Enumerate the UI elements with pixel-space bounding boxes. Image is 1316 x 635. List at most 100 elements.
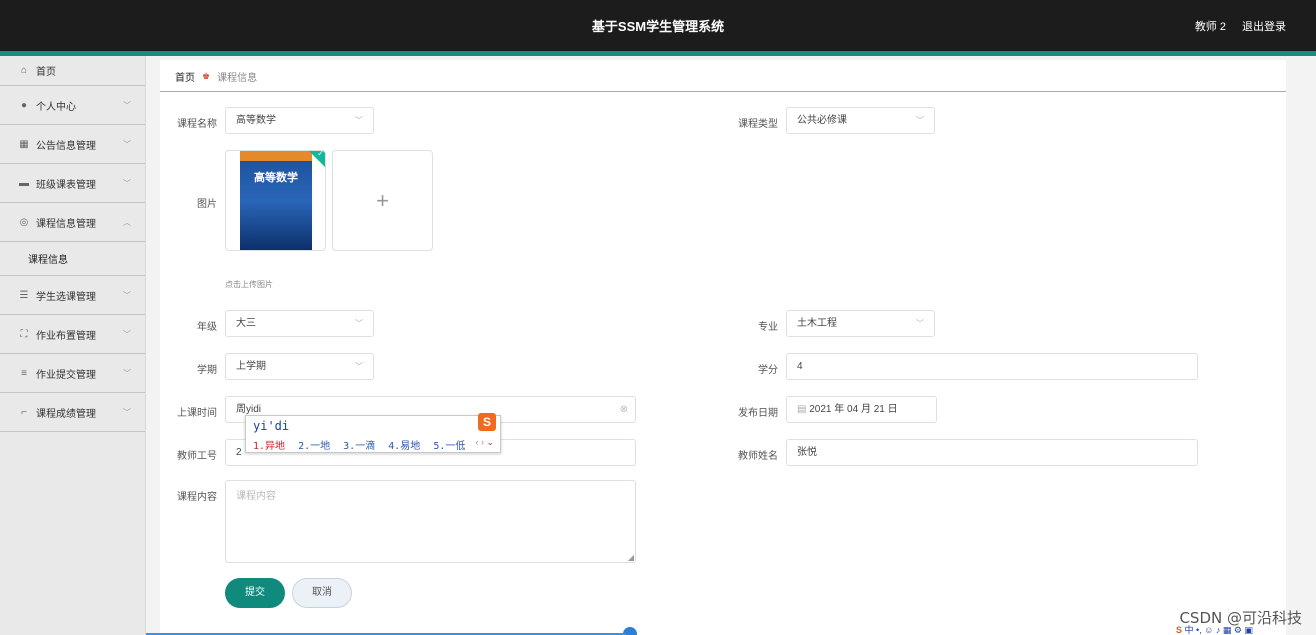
current-user[interactable]: 教师 2 bbox=[1195, 18, 1226, 34]
sliders-icon: ≡ bbox=[21, 367, 27, 379]
course-name-select[interactable]: 高等数学 ﹀ bbox=[225, 107, 374, 134]
sidebar-item-label: 个人中心 bbox=[36, 101, 76, 113]
chevron-down-icon: ﹀ bbox=[123, 291, 131, 300]
sogou-logo-icon: S bbox=[478, 413, 496, 431]
ime-candidate[interactable]: 2.一地 bbox=[298, 441, 330, 452]
fullscreen-icon: ⛶ bbox=[20, 328, 28, 340]
semester-value: 上学期 bbox=[236, 361, 266, 372]
semester-select[interactable]: 上学期 ﹀ bbox=[225, 353, 374, 380]
sidebar-item-grades[interactable]: ⌐ 课程成绩管理 ﹀ bbox=[0, 393, 145, 432]
book-cover-title: 高等数学 bbox=[254, 172, 298, 184]
chevron-down-icon: ﹀ bbox=[916, 319, 924, 328]
major-select[interactable]: 土木工程 ﹀ bbox=[786, 310, 935, 337]
plus-icon: + bbox=[376, 188, 389, 213]
sidebar-item-course-selection[interactable]: ☰ 学生选课管理 ﹀ bbox=[0, 276, 145, 315]
chevron-down-icon: ﹀ bbox=[123, 179, 131, 188]
sidebar-item-course[interactable]: ◎ 课程信息管理 ︿ bbox=[0, 203, 145, 242]
sidebar-item-label: 课程信息管理 bbox=[36, 218, 96, 230]
grade-label: 年级 bbox=[197, 322, 217, 333]
check-icon: ✓ bbox=[317, 150, 324, 158]
publish-date-value: 2021 年 04 月 21 日 bbox=[809, 404, 898, 415]
compass-icon: ◎ bbox=[19, 216, 29, 228]
chevron-down-icon: ﹀ bbox=[123, 408, 131, 417]
major-label: 专业 bbox=[758, 322, 778, 333]
content-label: 课程内容 bbox=[177, 492, 217, 503]
course-name-value: 高等数学 bbox=[236, 115, 276, 126]
image-label: 图片 bbox=[197, 199, 217, 210]
chevron-right-icon[interactable]: › bbox=[481, 437, 484, 447]
ime-candidate[interactable]: 5.一低 bbox=[433, 441, 465, 452]
chevron-down-icon: ﹀ bbox=[123, 369, 131, 378]
app-title: 基于SSM学生管理系统 bbox=[591, 19, 725, 34]
submit-button[interactable]: 提交 bbox=[225, 578, 285, 608]
sidebar-item-timetable[interactable]: ▬ 班级课表管理 ﹀ bbox=[0, 164, 145, 203]
header-accent-bar bbox=[0, 51, 1316, 56]
credit-value: 4 bbox=[797, 361, 803, 372]
grade-select[interactable]: 大三 ﹀ bbox=[225, 310, 374, 337]
chevron-down-icon: ﹀ bbox=[355, 116, 363, 125]
class-time-label: 上课时间 bbox=[177, 408, 217, 419]
teacher-id-value: 2 bbox=[236, 447, 242, 458]
teacher-name-input[interactable]: 张悦 bbox=[786, 439, 1198, 466]
user-icon: ● bbox=[20, 99, 28, 111]
breadcrumb-home[interactable]: 首页 bbox=[175, 69, 195, 84]
book-cover-band bbox=[240, 151, 312, 161]
teacher-name-value: 张悦 bbox=[797, 447, 817, 458]
sidebar-item-home[interactable]: ⌂ 首页 bbox=[0, 56, 145, 86]
chevron-down-icon: ﹀ bbox=[123, 140, 131, 149]
sidebar-item-label: 首页 bbox=[36, 67, 56, 78]
sidebar-item-label: 班级课表管理 bbox=[36, 179, 96, 191]
ime-candidate[interactable]: 3.一滴 bbox=[343, 441, 375, 452]
teacher-name-label: 教师姓名 bbox=[738, 451, 778, 462]
crop-icon: ⌐ bbox=[21, 406, 27, 418]
breadcrumb-divider bbox=[160, 91, 1286, 92]
semester-label: 学期 bbox=[197, 365, 217, 376]
course-content-textarea[interactable]: 课程内容 ◢ bbox=[225, 480, 636, 563]
ime-candidate[interactable]: 1.异地 bbox=[253, 441, 285, 452]
chevron-down-icon: ﹀ bbox=[123, 101, 131, 110]
home-icon: ⌂ bbox=[20, 65, 28, 76]
sidebar-item-label: 学生选课管理 bbox=[36, 291, 96, 303]
credit-label: 学分 bbox=[758, 365, 778, 376]
sidebar-item-label: 作业布置管理 bbox=[36, 330, 96, 342]
sidebar-item-notice[interactable]: ▦ 公告信息管理 ﹀ bbox=[0, 125, 145, 164]
clear-icon[interactable]: ⊗ bbox=[620, 397, 628, 422]
publish-date-picker[interactable]: ▤ 2021 年 04 月 21 日 bbox=[786, 396, 937, 423]
upload-add-button[interactable]: + bbox=[332, 150, 433, 251]
publish-date-label: 发布日期 bbox=[738, 408, 778, 419]
sidebar-item-personal-center[interactable]: ● 个人中心 ﹀ bbox=[0, 86, 145, 125]
breadcrumb-separator-icon: ♚ bbox=[202, 71, 211, 81]
chevron-down-icon: ﹀ bbox=[355, 362, 363, 371]
chevron-down-icon[interactable]: ⌄ bbox=[486, 437, 494, 447]
uploaded-image-thumbnail[interactable]: 高等数学 ✓ bbox=[225, 150, 326, 251]
ime-page-nav[interactable]: ‹ › ⌄ bbox=[475, 437, 494, 448]
ime-candidates: 1.异地 2.一地 3.一滴 4.易地 5.一低 bbox=[253, 437, 472, 452]
ime-status-bar[interactable]: S 中 •, ☺ ♪ ▦ ⚙ ▣ bbox=[1176, 623, 1316, 635]
grid-icon: ▦ bbox=[19, 138, 29, 150]
cancel-button[interactable]: 取消 bbox=[292, 578, 352, 608]
credit-input[interactable]: 4 bbox=[786, 353, 1198, 380]
sogou-logo-icon: S bbox=[1176, 625, 1183, 635]
grade-value: 大三 bbox=[236, 318, 256, 329]
course-type-select[interactable]: 公共必修课 ﹀ bbox=[786, 107, 935, 134]
chevron-up-icon: ︿ bbox=[123, 218, 131, 227]
calendar-icon: ▤ bbox=[797, 404, 810, 415]
chevron-down-icon: ﹀ bbox=[916, 116, 924, 125]
ime-candidate[interactable]: 4.易地 bbox=[388, 441, 420, 452]
course-type-label: 课程类型 bbox=[738, 119, 778, 130]
logout-link[interactable]: 退出登录 bbox=[1242, 18, 1286, 34]
sidebar-item-homework-assign[interactable]: ⛶ 作业布置管理 ﹀ bbox=[0, 315, 145, 354]
resize-handle-icon[interactable]: ◢ bbox=[628, 553, 634, 562]
list-icon: ☰ bbox=[19, 289, 29, 301]
chevron-down-icon: ﹀ bbox=[123, 330, 131, 339]
main-content: 首页 ♚ 课程信息 课程名称 高等数学 ﹀ 课程类型 公共必修课 ﹀ 图片 高等… bbox=[160, 60, 1286, 635]
chevron-down-icon: ﹀ bbox=[355, 319, 363, 328]
sidebar: ⌂ 首页 ● 个人中心 ﹀ ▦ 公告信息管理 ﹀ ▬ 班级课表管理 ﹀ ◎ 课程… bbox=[0, 56, 146, 635]
sidebar-item-homework-submit[interactable]: ≡ 作业提交管理 ﹀ bbox=[0, 354, 145, 393]
upload-hint: 点击上传图片 bbox=[225, 280, 273, 289]
breadcrumb-current: 课程信息 bbox=[217, 73, 258, 84]
book-cover-image: 高等数学 bbox=[240, 151, 312, 250]
sidebar-subitem-course-info[interactable]: 课程信息 bbox=[0, 242, 145, 276]
chevron-left-icon[interactable]: ‹ bbox=[475, 437, 478, 447]
teacher-id-label: 教师工号 bbox=[177, 451, 217, 462]
